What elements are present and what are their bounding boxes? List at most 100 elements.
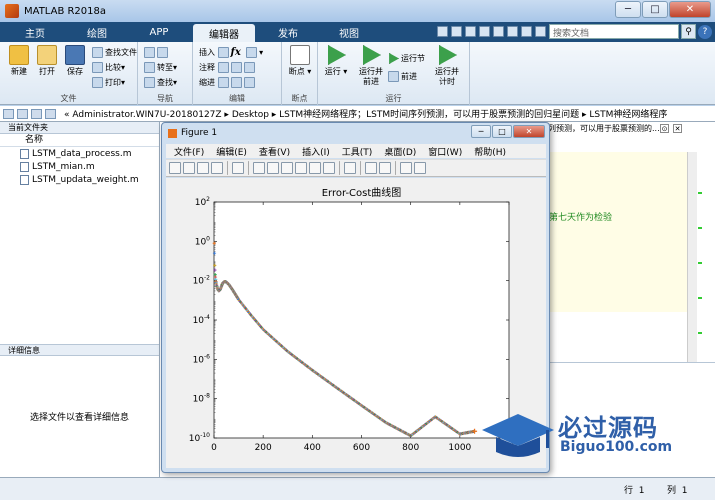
editor-code-area[interactable]: [548, 152, 688, 312]
quick-cut-icon[interactable]: [451, 26, 462, 37]
folder-path[interactable]: « Administrator.WIN7U-20180127Z ▸ Deskto…: [64, 107, 667, 120]
menu-file[interactable]: 文件(F): [174, 145, 204, 158]
minimize-button[interactable]: ─: [615, 1, 641, 18]
browse-folder-icon[interactable]: [45, 108, 56, 119]
quick-redo-icon[interactable]: [507, 26, 518, 37]
indent-button[interactable]: 缩进: [199, 76, 257, 89]
menu-window[interactable]: 窗口(W): [428, 145, 462, 158]
close-button[interactable]: ✕: [669, 1, 711, 18]
toolbar-separator: [395, 161, 396, 175]
zoom-in-icon[interactable]: [253, 162, 265, 174]
show-plot-tools-icon[interactable]: [414, 162, 426, 174]
menu-tools[interactable]: 工具(T): [342, 145, 373, 158]
file-item[interactable]: LSTM_updata_weight.m: [0, 173, 159, 186]
comment-button[interactable]: 注释: [199, 61, 257, 74]
new-button[interactable]: 新建: [5, 45, 33, 77]
tab-apps[interactable]: APP: [130, 22, 188, 42]
menu-insert[interactable]: 插入(I): [302, 145, 330, 158]
analyzer-mark[interactable]: [698, 262, 702, 264]
search-docs-input[interactable]: 搜索文档: [549, 24, 679, 39]
tab-publish[interactable]: 发布: [259, 22, 317, 42]
y-tick-label: 10-4: [193, 314, 211, 326]
run-and-advance-button[interactable]: 运行并 前进: [354, 45, 388, 87]
tab-plots[interactable]: 绘图: [68, 22, 126, 42]
analyzer-mark[interactable]: [698, 297, 702, 299]
run-section-button[interactable]: 运行节: [388, 52, 425, 65]
back-forward-icons[interactable]: [144, 46, 170, 59]
menu-desktop[interactable]: 桌面(D): [384, 145, 416, 158]
back-icon[interactable]: [3, 108, 14, 119]
editor-tab-title[interactable]: 列预测，可以用于股票预测的...: [548, 122, 715, 135]
run-button[interactable]: 运行 ▾: [322, 45, 350, 77]
insert-legend-icon[interactable]: [379, 162, 391, 174]
forward-arrow-icon: [157, 47, 168, 58]
menu-view[interactable]: 查看(V): [259, 145, 290, 158]
menu-help[interactable]: 帮助(H): [474, 145, 506, 158]
run-and-time-button[interactable]: 运行并 计时: [430, 45, 464, 87]
advance-button[interactable]: 前进: [388, 70, 417, 83]
outdent-icon: [243, 77, 255, 88]
analyzer-mark[interactable]: [698, 227, 702, 229]
help-icon[interactable]: ?: [698, 25, 712, 39]
address-bar: « Administrator.WIN7U-20180127Z ▸ Deskto…: [0, 106, 715, 122]
figure-minimize-button[interactable]: ─: [471, 125, 491, 138]
quick-save-icon[interactable]: [437, 26, 448, 37]
rotate-3d-icon[interactable]: [295, 162, 307, 174]
details-header: 详细信息: [0, 344, 159, 356]
figure-maximize-button[interactable]: □: [492, 125, 512, 138]
forward-icon[interactable]: [17, 108, 28, 119]
tab-view[interactable]: 视图: [320, 22, 378, 42]
goto-icon: [144, 62, 155, 73]
wrap-comment-icon: [243, 62, 255, 73]
quick-paste-icon[interactable]: [479, 26, 490, 37]
link-plot-icon[interactable]: [344, 162, 356, 174]
editor-scrollbar[interactable]: [687, 152, 697, 362]
data-cursor-icon[interactable]: [309, 162, 321, 174]
quick-undo-icon[interactable]: [493, 26, 504, 37]
menu-edit[interactable]: 编辑(E): [216, 145, 247, 158]
new-figure-icon[interactable]: [169, 162, 181, 174]
search-icon[interactable]: ⚲: [681, 24, 696, 39]
editor-close-icon[interactable]: ✕: [673, 124, 682, 133]
find-button[interactable]: 查找 ▾: [144, 76, 177, 89]
brush-icon[interactable]: [323, 162, 335, 174]
status-bar: 行 1 列 1: [0, 477, 715, 500]
print-figure-icon[interactable]: [211, 162, 223, 174]
tab-editor[interactable]: 编辑器: [193, 24, 255, 42]
y-tick-label: 102: [195, 196, 210, 208]
toolbar-separator: [248, 161, 249, 175]
open-button[interactable]: 打开: [33, 45, 61, 77]
file-item[interactable]: LSTM_data_process.m: [0, 147, 159, 160]
quick-copy-icon[interactable]: [465, 26, 476, 37]
print-button[interactable]: 打印 ▾: [92, 76, 125, 89]
watermark-text: 必过源码: [558, 414, 658, 442]
zoom-out-icon[interactable]: [267, 162, 279, 174]
name-column-header[interactable]: 名称: [0, 134, 159, 147]
save-button[interactable]: 保存: [61, 45, 89, 77]
analyzer-mark[interactable]: [698, 332, 702, 334]
goto-button[interactable]: 转至 ▾: [144, 61, 177, 74]
up-folder-icon[interactable]: [31, 108, 42, 119]
m-file-icon: [20, 161, 29, 172]
editor-menu-icon[interactable]: ⊙: [660, 124, 669, 133]
breakpoints-button[interactable]: 断点 ▾: [286, 45, 314, 77]
analyzer-mark[interactable]: [698, 192, 702, 194]
edit-plot-icon[interactable]: [232, 162, 244, 174]
file-item[interactable]: LSTM_mian.m: [0, 160, 159, 173]
open-file-icon[interactable]: [183, 162, 195, 174]
hide-plot-tools-icon[interactable]: [400, 162, 412, 174]
quick-switch-icon[interactable]: [521, 26, 532, 37]
maximize-button[interactable]: □: [642, 1, 668, 18]
compare-button[interactable]: 比较 ▾: [92, 61, 125, 74]
insert-colorbar-icon[interactable]: [365, 162, 377, 174]
quick-help-icon[interactable]: [535, 26, 546, 37]
insert-button[interactable]: 插入 fx ▾: [199, 46, 263, 59]
title-bar: MATLAB R2018a ─ □ ✕: [0, 0, 715, 22]
pan-icon[interactable]: [281, 162, 293, 174]
figure-close-button[interactable]: ✕: [513, 125, 545, 138]
tab-home[interactable]: 主页: [8, 22, 62, 42]
find-files-icon: [92, 47, 103, 58]
save-figure-icon[interactable]: [197, 162, 209, 174]
figure-menu-bar: 文件(F) 编辑(E) 查看(V) 插入(I) 工具(T) 桌面(D) 窗口(W…: [166, 144, 546, 158]
find-files-button[interactable]: 查找文件: [92, 46, 137, 59]
